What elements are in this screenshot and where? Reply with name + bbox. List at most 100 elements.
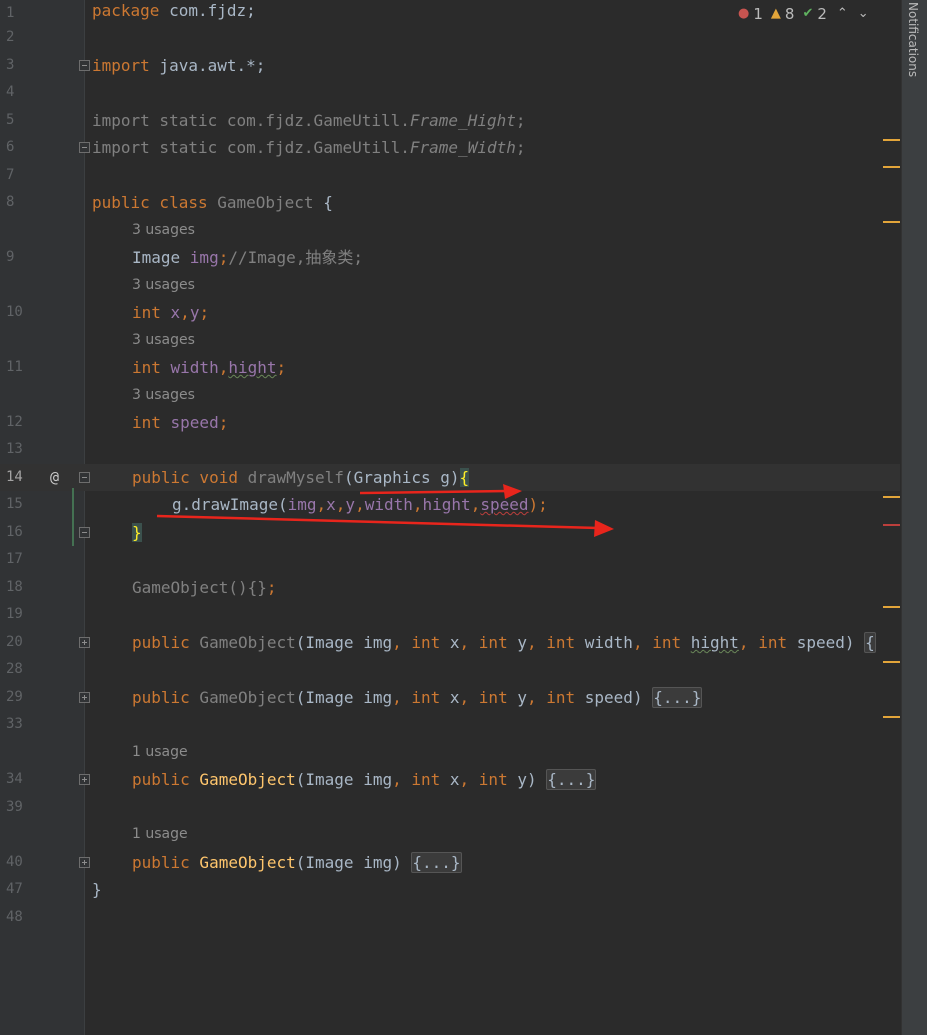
- code-text: java.awt.*;: [149, 56, 266, 75]
- field-name: hight: [228, 358, 277, 377]
- inspections-widget[interactable]: ● 1 ▲ 8 ✔ 2 ⌃ ⌄: [738, 4, 869, 24]
- line-number: 29: [6, 689, 23, 705]
- line-number: 17: [6, 551, 23, 567]
- code-text: x: [440, 633, 460, 652]
- line-number: 1: [6, 5, 15, 21]
- line-number: 20: [6, 634, 23, 650]
- folded-code-block[interactable]: {...}: [546, 769, 597, 790]
- usage-hint[interactable]: 3 usages: [132, 382, 195, 409]
- code-line[interactable]: package com.fjdz;: [92, 0, 256, 24]
- warning-stripe-marker[interactable]: [883, 661, 900, 663]
- code-line[interactable]: int speed;: [132, 409, 228, 436]
- usage-hint[interactable]: 1 usage: [132, 739, 188, 766]
- keyword: int: [132, 413, 171, 432]
- code-line[interactable]: public GameObject(Image img, int x, int …: [132, 629, 876, 656]
- field-name: speed: [480, 495, 529, 514]
- static-field: Frame_Hight: [409, 111, 516, 130]
- error-count: 1: [753, 5, 763, 23]
- keyword: public class: [92, 193, 208, 212]
- fold-expand-icon[interactable]: [79, 774, 90, 785]
- warning-stripe-marker[interactable]: [883, 166, 900, 168]
- fold-expand-icon[interactable]: [79, 857, 90, 868]
- punctuation: ,: [412, 495, 423, 514]
- code-line[interactable]: public class GameObject {: [92, 189, 333, 216]
- code-line[interactable]: public GameObject(Image img, int x, int …: [132, 766, 597, 793]
- code-line[interactable]: int x,y;: [132, 299, 209, 326]
- keyword: public: [132, 688, 190, 707]
- notifications-tab[interactable]: Notifications: [906, 2, 920, 77]
- static-field: Frame_Width: [409, 138, 516, 157]
- fold-collapse-icon[interactable]: [79, 527, 90, 538]
- fold-collapse-icon[interactable]: [79, 60, 90, 71]
- code-text: g.drawImage(: [172, 495, 288, 514]
- punctuation: ,: [218, 358, 229, 377]
- keyword: int: [132, 303, 171, 322]
- code-text: y: [507, 688, 527, 707]
- folded-code-block[interactable]: {...}: [411, 852, 462, 873]
- field-name: x: [170, 303, 181, 322]
- code-line[interactable]: import java.awt.*;: [92, 52, 265, 79]
- punctuation: ;: [218, 413, 229, 432]
- line-number: 9: [6, 249, 15, 265]
- code-line[interactable]: public GameObject(Image img) {...}: [132, 849, 462, 876]
- constructor-name: GameObject: [189, 688, 296, 707]
- line-number: 18: [6, 579, 23, 595]
- punctuation: ,: [180, 303, 190, 322]
- keyword: int: [132, 358, 171, 377]
- override-marker-icon[interactable]: @: [50, 464, 59, 491]
- field-name: y: [345, 495, 356, 514]
- keyword: int: [411, 688, 441, 707]
- warning-stripe-marker[interactable]: [883, 716, 900, 718]
- field-name: x: [326, 495, 336, 514]
- warning-stripe-marker[interactable]: [883, 606, 900, 608]
- code-editor[interactable]: 1 2 3 4 5 6 7 8 9 10 11 12 13 14 15 16 1…: [0, 0, 927, 1035]
- keyword: int: [478, 633, 508, 652]
- code-line[interactable]: GameObject(){};: [132, 574, 277, 601]
- usage-hint[interactable]: 3 usages: [132, 272, 195, 299]
- code-line[interactable]: public void drawMyself(Graphics g){: [132, 464, 470, 491]
- punctuation: ,: [632, 633, 653, 652]
- code-text: com.fjdz;: [159, 1, 256, 20]
- class-name: GameObject: [207, 193, 314, 212]
- code-line[interactable]: import static com.fjdz.GameUtill.Frame_W…: [92, 134, 526, 161]
- code-text: speed): [787, 633, 855, 652]
- constructor-name: GameObject: [189, 633, 296, 652]
- folded-code-block[interactable]: {: [864, 632, 876, 653]
- code-line[interactable]: int width,hight;: [132, 354, 286, 381]
- line-number: 10: [6, 304, 23, 320]
- keyword: int: [546, 633, 576, 652]
- punctuation: ,: [459, 770, 479, 789]
- matched-brace: {: [459, 468, 470, 487]
- code-line[interactable]: }: [92, 876, 102, 903]
- right-tool-strip: Notifications: [901, 0, 927, 1035]
- previous-highlight-icon[interactable]: ⌃: [837, 4, 848, 24]
- usage-hint[interactable]: 3 usages: [132, 217, 195, 244]
- code-line[interactable]: Image img;//Image,抽象类;: [132, 244, 363, 271]
- constructor-name: GameObject: [189, 770, 296, 789]
- field-name: img: [189, 248, 219, 267]
- code-text: import static com.fjdz.GameUtill.: [92, 111, 410, 130]
- line-number: 14: [6, 469, 23, 485]
- fold-collapse-icon[interactable]: [79, 472, 90, 483]
- warning-stripe-marker[interactable]: [883, 139, 900, 141]
- code-line[interactable]: public GameObject(Image img, int x, int …: [132, 684, 703, 711]
- usage-hint[interactable]: 1 usage: [132, 821, 188, 848]
- punctuation: ,: [392, 688, 412, 707]
- fold-collapse-icon[interactable]: [79, 142, 90, 153]
- next-highlight-icon[interactable]: ⌄: [858, 4, 869, 24]
- warning-stripe-marker[interactable]: [883, 496, 900, 498]
- line-number: 19: [6, 606, 23, 622]
- folded-code-block[interactable]: {...}: [652, 687, 703, 708]
- warning-stripe-marker[interactable]: [883, 221, 900, 223]
- code-line[interactable]: g.drawImage(img,x,y,width,hight,speed);: [172, 491, 548, 518]
- error-stripe-marker[interactable]: [883, 524, 900, 526]
- keyword: import: [92, 56, 150, 75]
- vcs-change-bar[interactable]: [72, 488, 74, 546]
- red-arrow-annotation: [156, 514, 614, 537]
- fold-expand-icon[interactable]: [79, 637, 90, 648]
- code-line[interactable]: import static com.fjdz.GameUtill.Frame_H…: [92, 107, 526, 134]
- line-number: 28: [6, 661, 23, 677]
- usage-hint[interactable]: 3 usages: [132, 327, 195, 354]
- fold-expand-icon[interactable]: [79, 692, 90, 703]
- code-line[interactable]: }: [132, 519, 142, 546]
